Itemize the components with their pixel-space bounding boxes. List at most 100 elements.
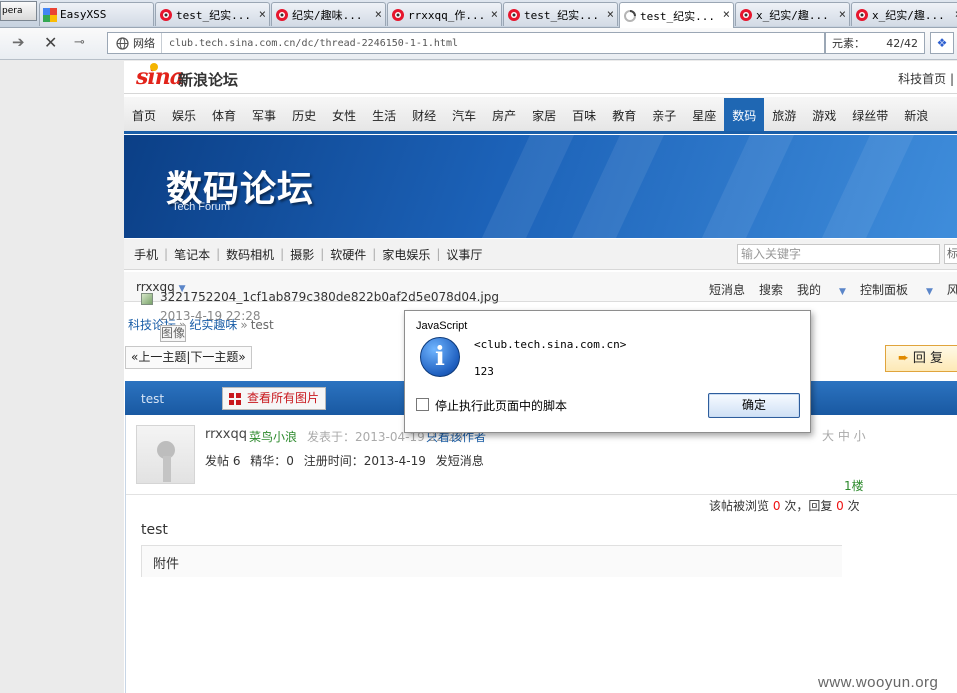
nav-item-astro[interactable]: 星座 (684, 97, 724, 131)
attachment-title: 附件 (153, 557, 180, 572)
tab-thread-7[interactable]: x_纪实/趣... × (851, 2, 957, 26)
close-icon[interactable]: × (607, 7, 614, 21)
nav-item-auto[interactable]: 汽车 (444, 97, 484, 131)
nav-item-women[interactable]: 女性 (324, 97, 364, 131)
opera-menu-button[interactable]: pera (0, 1, 37, 21)
tab-label: 纪实/趣味... (292, 8, 363, 22)
nav-item-baby[interactable]: 亲子 (644, 97, 684, 131)
nav-item-travel[interactable]: 旅游 (764, 97, 804, 131)
dialog-message: 123 (474, 365, 494, 378)
info-icon: i (420, 337, 460, 377)
nav-item-food[interactable]: 百味 (564, 97, 604, 131)
subnav-item-camera[interactable]: 数码相机 (226, 246, 274, 263)
nav-item-sina[interactable]: 新浪 (896, 97, 936, 131)
nav-item-sports[interactable]: 体育 (204, 97, 244, 131)
tab-thread-1[interactable]: test_纪实... × (155, 2, 270, 26)
view-all-images-button[interactable]: 查看所有图片 (222, 387, 327, 410)
element-counter: 元素： 42/42 (825, 32, 925, 54)
weibo-icon (508, 8, 520, 21)
essence-count: 精华：0 (250, 454, 294, 468)
weibo-icon (160, 8, 172, 21)
user-links: 短消息 搜索 我的▼ 控制面板▼ 风格 (709, 281, 957, 298)
chevron-down-icon: ▼ (925, 287, 933, 297)
tab-list: EasyXSS test_纪实... × 纪实/趣味... × rrxxqq_作… (39, 2, 957, 28)
key-icon[interactable]: ⊸ (74, 35, 85, 50)
nav-item-finance[interactable]: 财经 (404, 97, 444, 131)
image-file-icon (141, 293, 153, 305)
tab-label: test_纪实... (176, 8, 251, 22)
tab-label: test_纪实... (640, 9, 715, 23)
post-author[interactable]: rrxxqq (205, 427, 247, 442)
nav-item-military[interactable]: 军事 (244, 97, 284, 131)
floor-number[interactable]: 1楼 (844, 477, 864, 494)
subnav-item-software[interactable]: 软硬件 (330, 246, 366, 263)
prev-next-topic[interactable]: «上一主题|下一主题» (125, 346, 252, 369)
attachment-filename[interactable]: 3221752204_1cf1ab879c380de822b0af2d5e078… (160, 290, 499, 304)
close-icon[interactable]: × (375, 7, 382, 21)
search-input[interactable]: 输入关键字 (737, 244, 940, 264)
nav-item-digital[interactable]: 数码 (724, 98, 765, 131)
user-link-search[interactable]: 搜索 (759, 281, 783, 298)
attachment-header: 附件 (141, 545, 842, 577)
nav-item-home-decor[interactable]: 家居 (524, 97, 564, 131)
post-author-rank: 菜鸟小浪 (249, 430, 298, 444)
weibo-icon (276, 8, 288, 21)
subnav-item-laptop[interactable]: 笔记本 (174, 246, 210, 263)
site-info-button[interactable]: 网络 (108, 33, 162, 53)
nav-item-history[interactable]: 历史 (284, 97, 324, 131)
close-icon[interactable]: × (839, 7, 846, 21)
tab-thread-active[interactable]: test_纪实... × (619, 2, 734, 28)
url-text[interactable]: club.tech.sina.com.cn/dc/thread-2246150-… (162, 38, 458, 49)
register-date: 注册时间：2013-4-19 (303, 454, 426, 468)
attachment-date: 2013-4-19 22:28 (160, 309, 261, 323)
tab-easyxss[interactable]: EasyXSS (39, 2, 154, 26)
nav-item-ent[interactable]: 娱乐 (164, 97, 204, 131)
stop-scripts-label[interactable]: 停止执行此页面中的脚本 (435, 397, 567, 414)
nav-item-games[interactable]: 游戏 (804, 97, 844, 131)
close-icon[interactable]: × (491, 7, 498, 21)
user-link-style[interactable]: 风格 (947, 281, 957, 298)
user-link-mine[interactable]: 我的 ▼ (797, 281, 846, 298)
site-header: sina 新浪论坛 科技首页 | (124, 61, 957, 94)
thread-title: test (141, 392, 165, 406)
nav-item-house[interactable]: 房产 (484, 97, 524, 131)
tab-thread-6[interactable]: x_纪实/趣... × (735, 2, 850, 26)
user-link-messages[interactable]: 短消息 (709, 281, 745, 298)
grid-icon (229, 393, 241, 405)
subnav-item-discussion[interactable]: 议事厅 (446, 246, 482, 263)
subnav-item-photo[interactable]: 摄影 (290, 246, 314, 263)
reply-button[interactable]: ➨ 回 复 (885, 345, 957, 372)
forward-arrow-icon[interactable]: ➔ (12, 33, 25, 51)
search-button[interactable]: 标 (944, 244, 957, 264)
tab-label: EasyXSS (60, 8, 107, 21)
nav-item-life[interactable]: 生活 (364, 97, 404, 131)
nav-item-green-ribbon[interactable]: 绿丝带 (844, 97, 896, 131)
tech-home-link[interactable]: 科技首页 | (898, 70, 954, 87)
nav-item-edu[interactable]: 教育 (604, 97, 644, 131)
nav-item-home[interactable]: 首页 (124, 97, 164, 131)
reply-count: 0 (836, 499, 844, 513)
stop-icon[interactable]: ✕ (44, 33, 57, 52)
search-engine-icon[interactable]: ❖ (930, 32, 954, 54)
address-field[interactable]: 网络 club.tech.sina.com.cn/dc/thread-22461… (107, 32, 825, 54)
dialog-title: JavaScript (416, 320, 468, 332)
close-icon[interactable]: × (723, 7, 730, 21)
attachment-image[interactable]: 图像 (160, 325, 186, 342)
view-all-images-label: 查看所有图片 (247, 391, 320, 405)
user-link-control-panel[interactable]: 控制面板 ▼ (860, 281, 933, 298)
globe-icon (116, 36, 129, 50)
ok-button[interactable]: 确定 (708, 393, 800, 418)
subnav-item-phone[interactable]: 手机 (134, 246, 158, 263)
forum-name: 新浪论坛 (178, 71, 239, 89)
send-message-link[interactable]: 发短消息 (436, 454, 484, 468)
tab-thread-2[interactable]: 纪实/趣味... × (271, 2, 386, 26)
sina-logo[interactable]: sina (136, 64, 184, 90)
tab-thread-4[interactable]: test_纪实... × (503, 2, 618, 26)
avatar[interactable] (136, 425, 195, 484)
tab-thread-3[interactable]: rrxxqq_作... × (387, 2, 502, 26)
stop-scripts-checkbox[interactable] (416, 398, 429, 411)
close-icon[interactable]: × (259, 7, 266, 21)
watermark: www.wooyun.org (818, 674, 939, 691)
subnav-item-appliance[interactable]: 家电娱乐 (382, 246, 430, 263)
font-size-switch[interactable]: 大 中 小 (822, 427, 866, 444)
